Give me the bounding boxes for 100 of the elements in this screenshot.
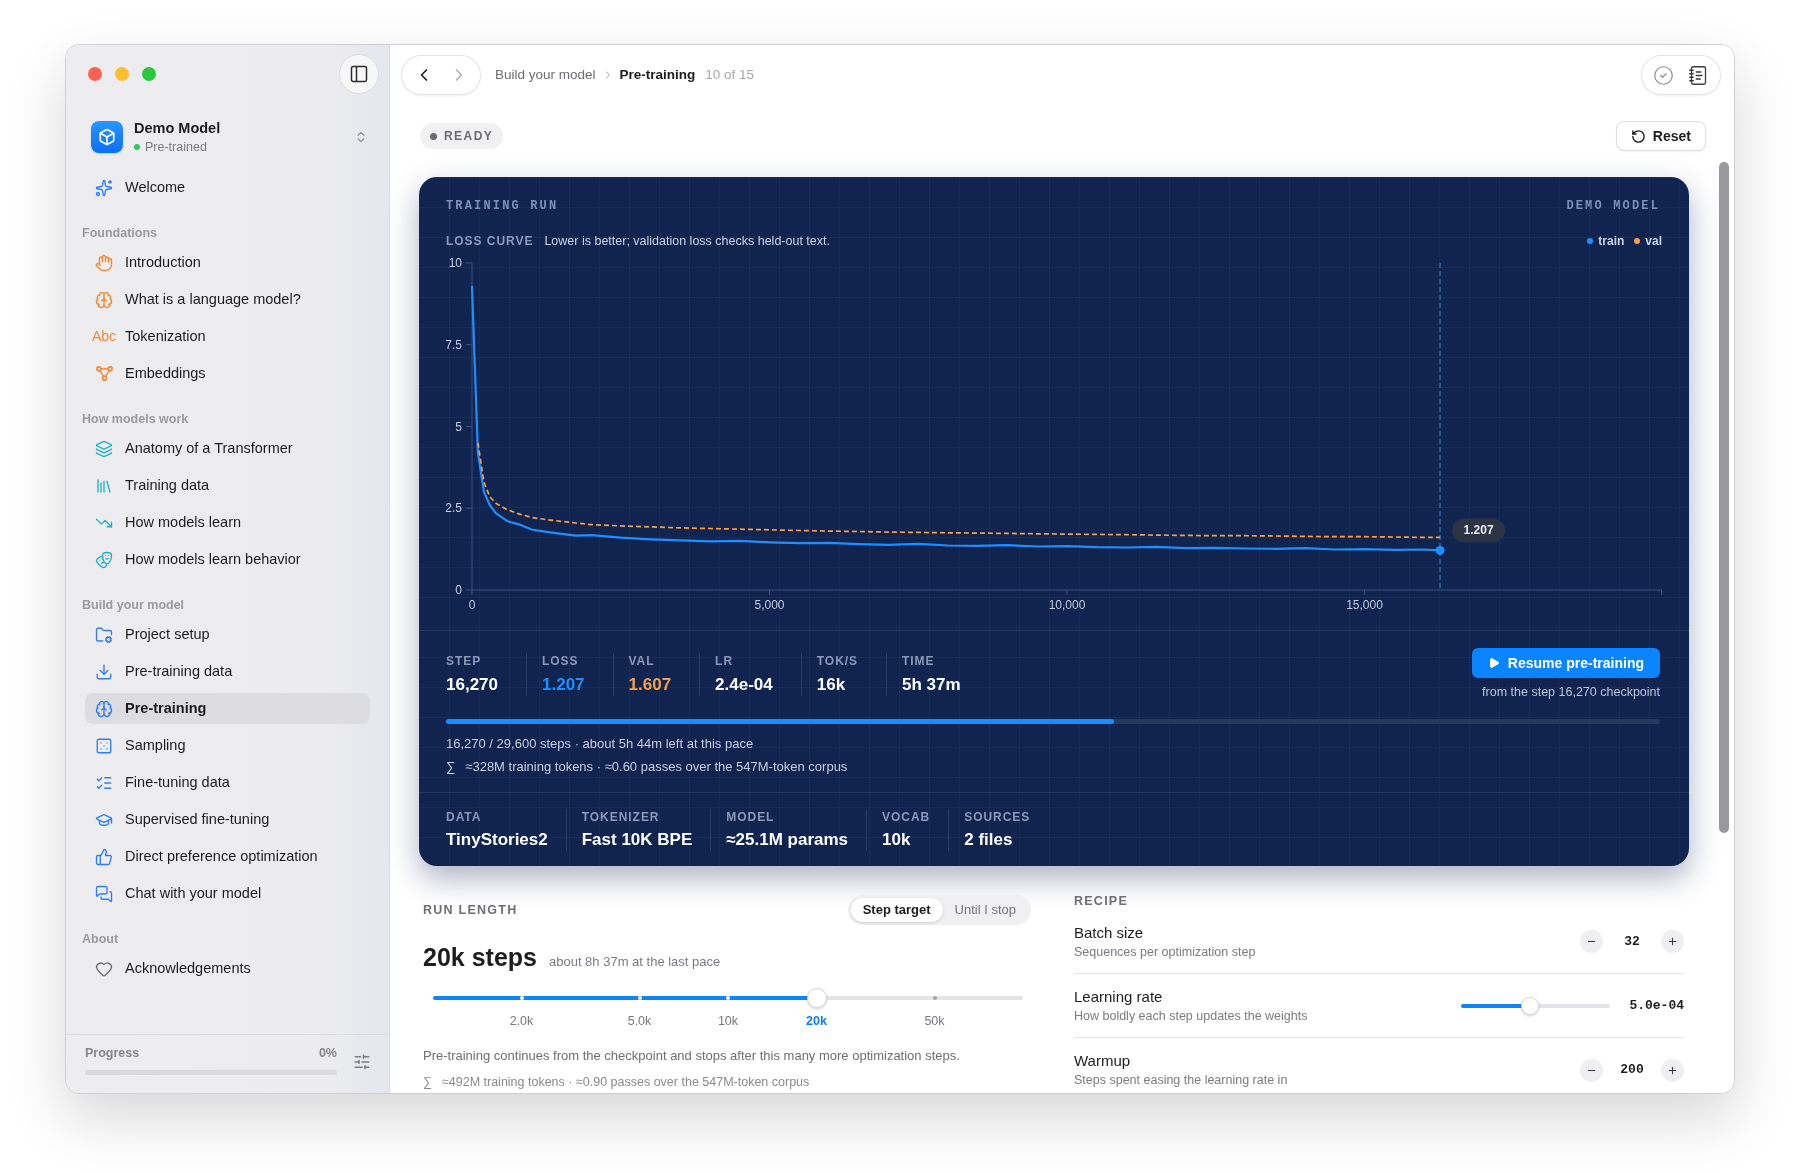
run-estimate: about 8h 37m at the last pace xyxy=(548,953,721,971)
thumbs-up-icon xyxy=(95,847,113,866)
check-circle-icon xyxy=(1653,64,1674,86)
sidebar-item[interactable]: What is a language model? xyxy=(85,284,370,315)
sidebar-item[interactable]: Welcome xyxy=(85,172,370,203)
sidebar-toggle-button[interactable] xyxy=(339,54,379,94)
section-heading: Build your model xyxy=(82,596,185,614)
dice-icon xyxy=(95,736,113,755)
plus-icon xyxy=(1667,1064,1678,1076)
sidebar-item[interactable]: Acknowledgements xyxy=(85,953,370,984)
window-zoom-button[interactable] xyxy=(142,67,156,81)
slider-thumb[interactable] xyxy=(1520,996,1539,1015)
chart-title: LOSS CURVE xyxy=(446,233,534,250)
stepper-value: 200 xyxy=(1619,1061,1645,1080)
sidebar-item[interactable]: Pre-training xyxy=(85,693,370,724)
progress-value: 0% xyxy=(318,1046,337,1061)
books-icon xyxy=(95,476,113,495)
sidebar-item[interactable]: Anatomy of a Transformer xyxy=(85,433,370,464)
brain-icon xyxy=(95,290,113,309)
scrollbar-thumb[interactable] xyxy=(1719,162,1729,833)
window-minimize-button[interactable] xyxy=(115,67,129,81)
axis-label: 5 xyxy=(455,419,462,434)
stat-value: 1.207 xyxy=(542,674,585,696)
point-marker-icon xyxy=(1435,545,1445,555)
axis-label: 2.5 xyxy=(445,501,462,516)
sidebar-item[interactable]: Project setup xyxy=(85,619,370,650)
sidebar-item[interactable]: Fine-tuning data xyxy=(85,767,370,798)
sidebar-item[interactable]: Abc Tokenization xyxy=(85,321,370,352)
layers-icon xyxy=(95,439,113,458)
value-tooltip: 1.207 xyxy=(1452,518,1506,543)
mode-option[interactable]: Until I stop xyxy=(942,898,1028,922)
sidebar-item[interactable]: Chat with your model xyxy=(85,878,370,909)
window-close-button[interactable] xyxy=(88,67,102,81)
sidebar-item[interactable]: Embeddings xyxy=(85,358,370,389)
token-summary: ≈492M training tokens · ≈0.90 passes over the 547M-token corpus xyxy=(441,1074,810,1091)
stat-value: 5h 37m xyxy=(902,674,961,696)
mode-option[interactable]: Step target xyxy=(850,898,943,922)
step-slider-track[interactable] xyxy=(433,988,1023,1008)
axis-label: 5,000 xyxy=(754,598,785,612)
sidebar-item[interactable]: How models learn behavior xyxy=(85,544,370,575)
stop-label[interactable]: 10k xyxy=(717,1013,739,1029)
chat-bubbles-icon xyxy=(95,884,113,903)
axis-label: 7.5 xyxy=(445,337,462,352)
progress-label: Progress xyxy=(85,1046,140,1061)
stepper-value: 32 xyxy=(1623,932,1641,951)
detail-value: 2 files xyxy=(964,829,1013,851)
model-name: Demo Model xyxy=(134,119,221,137)
section-heading: About xyxy=(82,930,119,948)
detail-label: MODEL xyxy=(726,809,775,825)
hand-icon xyxy=(95,253,113,272)
section-heading: RECIPE xyxy=(1074,892,1129,910)
connected-dots-icon xyxy=(95,366,113,381)
resume-button[interactable]: Resume pre-training xyxy=(1471,648,1660,678)
stat-label: LR xyxy=(715,653,733,669)
reset-button[interactable]: Reset xyxy=(1615,121,1706,151)
sidebar-item[interactable]: Pre-training data xyxy=(85,656,370,687)
axis-label: 0 xyxy=(468,598,476,612)
sidebar-item[interactable]: Introduction xyxy=(85,247,370,278)
learning-rate-slider-track[interactable] xyxy=(1461,996,1610,1015)
brain-icon xyxy=(95,699,113,718)
sidebar-item[interactable]: How models learn xyxy=(85,507,370,538)
detail-value: TinyStories2 xyxy=(446,829,548,851)
increment-button[interactable] xyxy=(1661,930,1684,953)
chart-caption: Lower is better; validation loss checks held-out text. xyxy=(544,232,830,250)
detail-label: VOCAB xyxy=(882,809,931,825)
token-summary: ≈328M training tokens · ≈0.60 passes over the 547M-token corpus xyxy=(465,759,848,775)
slider-thumb[interactable] xyxy=(806,988,827,1008)
section-heading: RUN LENGTH xyxy=(423,901,518,919)
play-icon xyxy=(1487,657,1500,669)
sidebar-item[interactable]: Direct preference optimization xyxy=(85,841,370,872)
sidebar-item[interactable]: Sampling xyxy=(85,730,370,761)
setting-label: Learning rate xyxy=(1074,987,1163,1006)
sliders-icon[interactable] xyxy=(353,1053,371,1071)
run-length-description: Pre-training continues from the checkpoint and stops after this many more optimization steps. xyxy=(423,1047,960,1064)
card-title: TRAINING RUN xyxy=(446,199,559,213)
run-length-value: 20k steps xyxy=(423,942,537,972)
stop-label[interactable]: 5.0k xyxy=(627,1013,652,1029)
model-label: DEMO MODEL xyxy=(1566,199,1660,213)
stop-label[interactable]: 50k xyxy=(924,1013,945,1029)
increment-button[interactable] xyxy=(1661,1058,1684,1082)
slider-value: 5.0e-04 xyxy=(1628,996,1684,1015)
sidebar-panel-icon xyxy=(349,64,369,84)
breadcrumb-item[interactable]: Build your model xyxy=(495,64,596,86)
legend-label: train xyxy=(1598,233,1625,250)
sidebar-item[interactable]: Training data xyxy=(85,470,370,501)
setting-hint: How boldly each step updates the weights xyxy=(1074,1007,1308,1024)
notebook-icon xyxy=(1688,64,1709,86)
sidebar-item[interactable]: Supervised fine-tuning xyxy=(85,804,370,835)
axis-label: 0 xyxy=(455,583,462,597)
stat-value: 2.4e-04 xyxy=(715,674,773,696)
detail-value: 10k xyxy=(882,829,911,851)
stat-value: 16k xyxy=(816,674,846,696)
setting-label: Batch size xyxy=(1074,923,1144,942)
stat-value: 16,270 xyxy=(446,674,498,696)
stat-label: TOK/S xyxy=(816,653,859,669)
stop-label[interactable]: 2.0k xyxy=(509,1013,534,1029)
stop-label[interactable]: 20k xyxy=(806,1013,827,1029)
app-logo-icon xyxy=(91,121,123,153)
sigma-symbol: ∑ xyxy=(423,1074,432,1091)
sigma-symbol: ∑ xyxy=(446,759,456,775)
